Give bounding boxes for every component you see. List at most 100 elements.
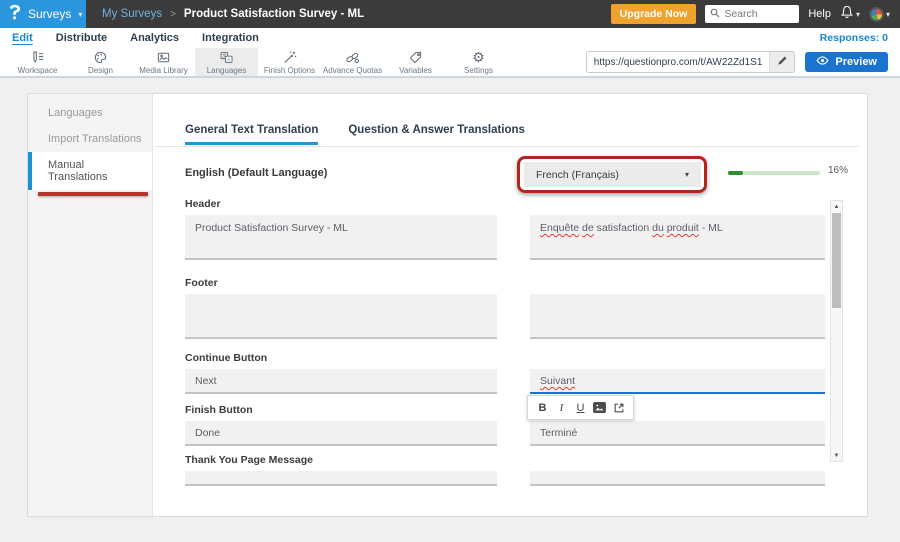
survey-url[interactable]: https://questionpro.com/t/AW22Zd1S1 [587,52,771,72]
toolbar-item-languages[interactable]: 文ALanguages [195,48,258,76]
field-label: Header [185,198,825,210]
pencil-icon [777,53,788,71]
scroll-up-arrow[interactable]: ▲ [831,201,842,212]
preview-button[interactable]: Preview [805,52,888,72]
underline-button[interactable]: U [571,399,590,416]
toolbar-item-finish-options[interactable]: Finish Options [258,48,321,76]
annotation-underline [38,192,148,196]
menu-item-edit[interactable]: Edit [12,32,33,44]
menu-item-integration[interactable]: Integration [202,32,259,44]
sidebar-item-languages[interactable]: Languages [28,100,152,126]
surveys-product-menu[interactable]: Surveys ▾ [0,0,86,28]
survey-title: Product Satisfaction Survey - ML [184,8,364,20]
survey-nav-menu: Edit Distribute Analytics Integration Respo… [0,28,900,48]
insert-link-button[interactable] [609,399,628,416]
account-menu[interactable]: ▾ [869,7,890,22]
chevron-down-icon: ▾ [886,10,890,19]
settings-icon: ⚙ [471,50,486,65]
toolbar-item-variables[interactable]: Variables [384,48,447,76]
target-language-value: French (Français) [536,169,619,181]
languages-icon: 文A [219,50,234,65]
menu-item-distribute[interactable]: Distribute [56,32,107,44]
edit-url-button[interactable] [770,53,794,71]
tabs-divider [154,146,859,147]
finish-options-icon [282,50,297,65]
misspelled-word: Suivant [540,375,575,387]
translation-text-box[interactable] [530,471,825,486]
translation-fields: Header Product Satisfaction Survey - ML En… [185,198,825,486]
sidebar-item-manual-translations[interactable]: Manual Translations [28,152,152,190]
responses-count[interactable]: Responses: 0 [820,32,888,44]
survey-url-box: https://questionpro.com/t/AW22Zd1S1 [586,51,796,73]
tab-general-text-translation[interactable]: General Text Translation [185,124,318,145]
misspelled-word: produit [667,222,699,234]
search-box[interactable] [705,5,799,23]
search-input[interactable] [724,8,794,20]
bold-button[interactable]: B [533,399,552,416]
insert-link-icon [613,402,625,414]
field-label: Thank You Page Message [185,454,825,466]
toolbar-item-design[interactable]: Design [69,48,132,76]
toolbar-item-label: Design [88,66,113,75]
toolbar-item-workspace[interactable]: Workspace [6,48,69,76]
edit-toolbar: WorkspaceDesignMedia Library文ALanguagesF… [0,48,900,78]
toolbar-item-label: Finish Options [264,66,315,75]
chevron-down-icon: ▾ [78,10,82,19]
vertical-scrollbar[interactable]: ▲ ▼ [830,200,843,462]
scroll-down-arrow[interactable]: ▼ [831,450,842,461]
italic-button[interactable]: I [552,399,571,416]
misspelled-word: de [582,222,594,234]
source-text-box[interactable]: Done [185,421,497,446]
progress-fill [728,171,743,175]
tab-question-answer-translations[interactable]: Question & Answer Translations [348,124,525,145]
scrollbar-thumb[interactable] [832,213,841,308]
insert-image-button[interactable] [590,399,609,416]
sidebar-item-import-translations[interactable]: Import Translations [28,126,152,152]
field-row-footer: Footer [185,277,825,339]
help-link[interactable]: Help [808,8,831,20]
toolbar-item-advance-quotas[interactable]: Advance Quotas [321,48,384,76]
insert-image-icon [593,402,606,413]
toolbar-item-media-library[interactable]: Media Library [132,48,195,76]
toolbar-item-label: Settings [464,66,493,75]
menu-items: Edit Distribute Analytics Integration [12,32,259,44]
bell-icon [840,4,854,24]
toolbar-item-label: Advance Quotas [323,66,382,75]
top-bar-right: Upgrade Now Help ▾ ▾ [611,4,900,24]
field-label: Finish Button [185,404,825,416]
translation-text-box[interactable]: Suivant [530,369,825,394]
field-row-continue-button: Continue ButtonNextSuivantBIU [185,352,825,394]
translation-text-box[interactable]: Enquête de satisfaction du produit - ML [530,215,825,260]
target-language-dropdown[interactable]: French (Français) ▾ [524,162,701,187]
misspelled-word: Enquête [540,222,579,234]
field-row-finish-button: Finish Button Done Terminé [185,404,825,446]
translation-text-box[interactable]: Terminé [530,421,825,446]
toolbar-items: WorkspaceDesignMedia Library文ALanguagesF… [6,48,510,76]
translation-progress-bar [728,171,820,175]
translation-tabs: General Text Translation Question & Answe… [185,124,525,145]
toolbar-right: https://questionpro.com/t/AW22Zd1S1 Prev… [586,48,900,76]
source-text-box[interactable]: Next [185,369,497,394]
breadcrumb-my-surveys[interactable]: My Surveys [102,8,162,20]
translations-main: General Text Translation Question & Answe… [154,94,867,516]
source-text-box[interactable]: Product Satisfaction Survey - ML [185,215,497,260]
chevron-down-icon: ▾ [685,170,689,179]
field-label: Continue Button [185,352,825,364]
notifications-menu[interactable]: ▾ [840,4,860,24]
translation-text-box[interactable] [530,294,825,339]
variables-icon [408,50,423,65]
breadcrumb-separator: > [170,9,176,20]
toolbar-item-settings[interactable]: ⚙Settings [447,48,510,76]
menu-item-analytics[interactable]: Analytics [130,32,179,44]
design-icon [93,50,108,65]
upgrade-now-button[interactable]: Upgrade Now [611,4,697,24]
avatar [869,7,884,22]
field-row-header: Header Product Satisfaction Survey - ML En… [185,198,825,260]
toolbar-item-label: Workspace [18,66,58,75]
source-text-box[interactable] [185,294,497,339]
misspelled-word: du [652,222,664,234]
toolbar-item-label: Languages [207,66,247,75]
top-bar: Surveys ▾ My Surveys > Product Satisfact… [0,0,900,28]
breadcrumb: My Surveys > Product Satisfaction Survey… [86,8,364,20]
source-text-box[interactable] [185,471,497,486]
